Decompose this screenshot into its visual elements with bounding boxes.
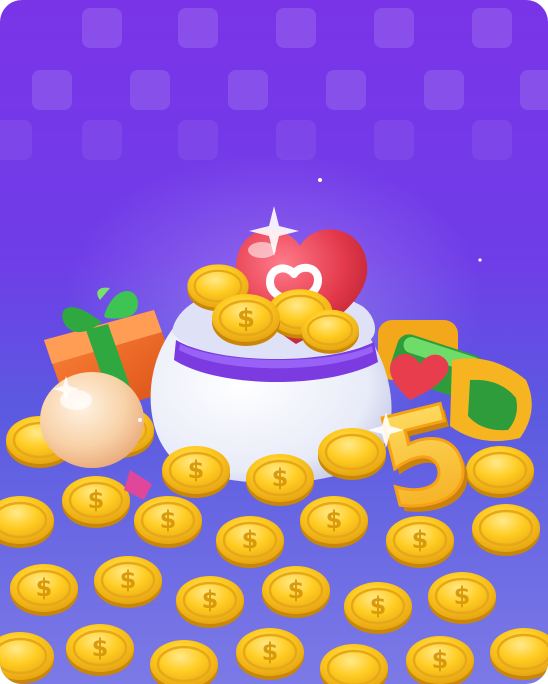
svg-text:$: $ xyxy=(202,586,219,614)
svg-text:$: $ xyxy=(120,566,137,594)
svg-text:$: $ xyxy=(160,506,177,534)
coin-dollar-symbol: $ xyxy=(237,304,255,334)
svg-text:$: $ xyxy=(272,464,289,492)
svg-text:$: $ xyxy=(370,592,387,620)
svg-text:$: $ xyxy=(432,646,449,674)
svg-text:$: $ xyxy=(262,638,279,666)
svg-text:$: $ xyxy=(454,582,471,610)
svg-text:$: $ xyxy=(188,456,205,484)
svg-text:$: $ xyxy=(92,634,109,662)
svg-text:$: $ xyxy=(288,576,305,604)
reward-scene-illustration: $ $ $ $ $ $ $ $ $ $ $ $ $ $ $ $ $ 5 5 xyxy=(0,8,548,684)
svg-text:$: $ xyxy=(36,574,53,602)
svg-text:$: $ xyxy=(88,486,105,514)
background-tiles xyxy=(32,8,548,110)
svg-text:$: $ xyxy=(242,526,259,554)
reward-card: $ $ $ $ $ $ $ $ $ $ $ $ $ $ $ $ $ 5 5 xyxy=(0,0,548,684)
svg-text:$: $ xyxy=(326,506,343,534)
